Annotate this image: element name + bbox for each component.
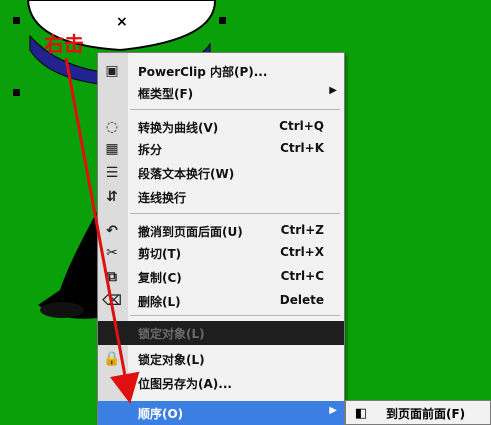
menu-item-label: 撤消到页面后面(U) (138, 225, 243, 239)
convert-curves-icon: ◌ (105, 119, 119, 135)
menu-item-7[interactable]: ✂ 剪切(T) Ctrl+X (98, 241, 344, 265)
menu-item-4[interactable]: ☰ 段落文本换行(W) (98, 161, 344, 185)
menu-item-1[interactable]: 框类型(F) ▶ (98, 81, 344, 105)
menu-item-label: 删除(L) (138, 295, 181, 309)
menu-item-shortcut: Ctrl+Z (280, 223, 324, 237)
order-submenu: ◧ 到页面前面(F) (345, 400, 491, 425)
menu-item-shortcut: Ctrl+K (280, 141, 324, 155)
menu-item-label: 剪切(T) (138, 247, 182, 261)
to-front-icon: ◧ (354, 405, 368, 421)
submenu-arrow-icon: ▶ (329, 405, 337, 416)
menu-item-6[interactable]: ↶ 撤消到页面后面(U) Ctrl+Z (98, 219, 344, 243)
submenu-item-label[interactable]: 到页面前面(F) (386, 405, 465, 422)
menu-item-label: 锁定对象(L) (138, 353, 205, 367)
menu-item-label: 拆分 (138, 143, 163, 157)
menu-item-label: 框类型(F) (138, 87, 194, 101)
menu-item-12[interactable]: 位图另存为(A)... (98, 371, 344, 395)
menu-item-8[interactable]: ⧉ 复制(C) Ctrl+C (98, 265, 344, 289)
menu-item-label: 连线换行 (138, 191, 187, 205)
menu-item-shortcut: Ctrl+X (280, 245, 324, 259)
menu-separator (130, 315, 340, 316)
menu-item-shortcut: Ctrl+Q (279, 119, 324, 133)
menu-item-13[interactable]: 顺序(O) ▶ (98, 401, 344, 425)
break-apart-icon: ▦ (105, 141, 119, 157)
selection-handle (13, 89, 20, 96)
submenu-arrow-icon: ▶ (329, 85, 337, 96)
annotation-label: 右击 (44, 32, 84, 56)
menu-item-label: 锁定对象(L) (138, 327, 205, 341)
menu-item-label: 位图另存为(A)... (138, 377, 232, 391)
center-marker: × (116, 14, 128, 30)
menu-item-0[interactable]: ▣ PowerClip 内部(P)... (98, 59, 344, 83)
menu-item-3[interactable]: ▦ 拆分 Ctrl+K (98, 137, 344, 161)
menu-item-9[interactable]: ⌫ 删除(L) Delete (98, 289, 344, 313)
context-menu: ▣ PowerClip 内部(P)... 框类型(F) ▶ ◌ 转换为曲线(V) Ctrl+… (97, 52, 345, 425)
menu-separator (130, 213, 340, 214)
menu-item-label: PowerClip 内部(P)... (138, 65, 268, 79)
menu-item-10: 锁定对象(L) (98, 321, 344, 345)
menu-item-label: 段落文本换行(W) (138, 167, 235, 181)
menu-item-label: 转换为曲线(V) (138, 121, 219, 135)
menu-item-shortcut: Ctrl+C (280, 269, 324, 283)
menu-item-5[interactable]: ⇵ 连线换行 (98, 185, 344, 209)
selection-handle (219, 17, 226, 24)
menu-item-label: 顺序(O) (138, 407, 184, 421)
wrap-text-icon: ☰ (105, 165, 119, 181)
undo-icon: ↶ (106, 223, 118, 239)
delete-icon: ⌫ (102, 293, 122, 309)
powerclip-icon: ▣ (105, 63, 119, 79)
menu-item-shortcut: Delete (279, 293, 324, 307)
copy-icon: ⧉ (107, 269, 117, 285)
body-shadow-shape (40, 302, 84, 318)
menu-item-11[interactable]: 🔒 锁定对象(L) (98, 347, 344, 371)
selection-handle (13, 17, 20, 24)
menu-item-label: 复制(C) (138, 271, 182, 285)
cut-icon: ✂ (106, 245, 118, 261)
menu-item-2[interactable]: ◌ 转换为曲线(V) Ctrl+Q (98, 115, 344, 139)
wrap-line-icon: ⇵ (106, 189, 118, 205)
menu-separator (130, 109, 340, 110)
lock-icon: 🔒 (103, 351, 121, 367)
